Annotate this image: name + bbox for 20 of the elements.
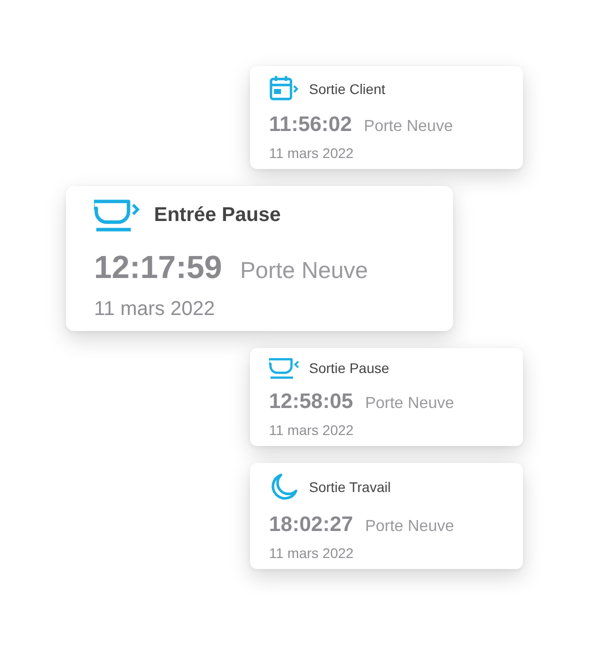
event-date: 11 mars 2022	[269, 422, 355, 438]
event-date: 11 mars 2022	[269, 145, 355, 161]
event-time: 12:17:59	[94, 248, 222, 286]
event-time: 18:02:27	[269, 513, 354, 537]
event-date: 11 mars 2022	[94, 298, 216, 320]
event-title: Sortie Client	[309, 80, 386, 96]
event-time: 12:58:05	[269, 390, 354, 414]
event-time: 11:56:02	[269, 113, 352, 137]
event-place: Porte Neuve	[240, 256, 368, 284]
event-title: Entrée Pause	[154, 204, 281, 227]
event-title: Sortie Pause	[309, 360, 390, 376]
event-date: 11 mars 2022	[269, 545, 355, 561]
cup-icon	[94, 198, 140, 232]
event-place: Porte Neuve	[364, 118, 453, 136]
cup-icon	[269, 356, 299, 379]
event-place: Porte Neuve	[365, 518, 454, 536]
event-title: Sortie Travail	[309, 479, 391, 495]
event-place: Porte Neuve	[365, 395, 454, 413]
moon-icon	[269, 472, 299, 502]
calendar-icon	[269, 75, 299, 102]
